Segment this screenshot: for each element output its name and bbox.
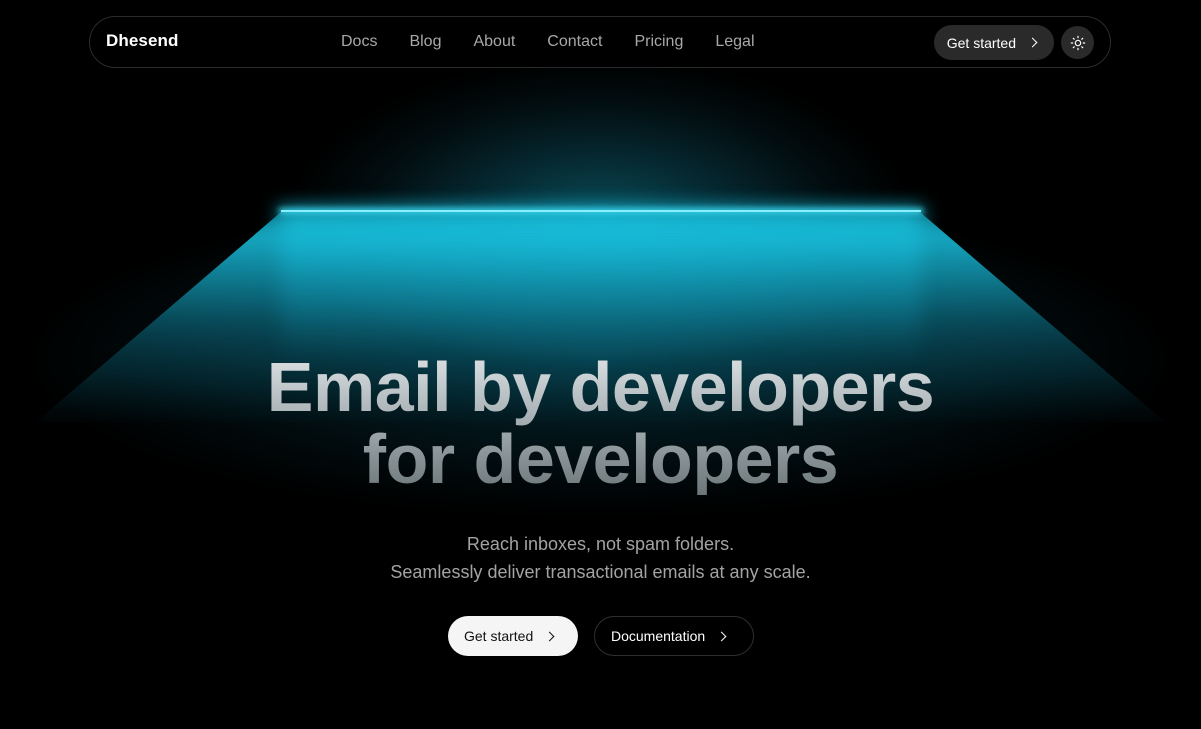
nav-link-blog[interactable]: Blog <box>409 33 441 51</box>
hero-get-started-button[interactable]: Get started <box>448 616 578 656</box>
chevron-right-icon <box>544 631 555 641</box>
chevron-right-icon <box>716 631 727 641</box>
top-navbar: Dhesend Docs Blog About Contact Pricing … <box>89 16 1111 68</box>
hero-subtitle-line-2: Seamlessly deliver transactional emails … <box>390 562 811 582</box>
sun-icon <box>1070 35 1085 50</box>
landing-page: Dhesend Docs Blog About Contact Pricing … <box>0 0 1201 729</box>
nav-link-about[interactable]: About <box>473 33 515 51</box>
lamp-line <box>281 210 921 212</box>
nav-get-started-button[interactable]: Get started <box>933 25 1054 60</box>
hero-cta-row: Get started Documentation <box>448 616 754 656</box>
hero-title-line-1: Email by developers <box>266 348 935 426</box>
nav-get-started-label: Get started <box>946 34 1016 51</box>
theme-toggle-button[interactable] <box>1061 26 1094 59</box>
hero-subtitle: Reach inboxes, not spam folders. Seamles… <box>0 530 1201 586</box>
hero-subtitle-line-1: Reach inboxes, not spam folders. <box>466 534 735 554</box>
chevron-right-icon <box>1027 37 1038 48</box>
hero-documentation-label: Documentation <box>611 628 706 644</box>
hero-title-line-2: for developers <box>362 420 839 498</box>
hero-documentation-button[interactable]: Documentation <box>594 616 754 656</box>
hero-title: Email by developers for developers <box>0 351 1201 495</box>
light-beam-core <box>281 212 921 362</box>
nav-link-pricing[interactable]: Pricing <box>634 33 683 51</box>
nav-link-contact[interactable]: Contact <box>547 33 602 51</box>
hero-get-started-label: Get started <box>464 628 534 644</box>
brand-logo[interactable]: Dhesend <box>106 31 179 51</box>
nav-link-legal[interactable]: Legal <box>715 33 754 51</box>
nav-links: Docs Blog About Contact Pricing Legal <box>341 33 787 51</box>
nav-link-docs[interactable]: Docs <box>341 33 377 51</box>
